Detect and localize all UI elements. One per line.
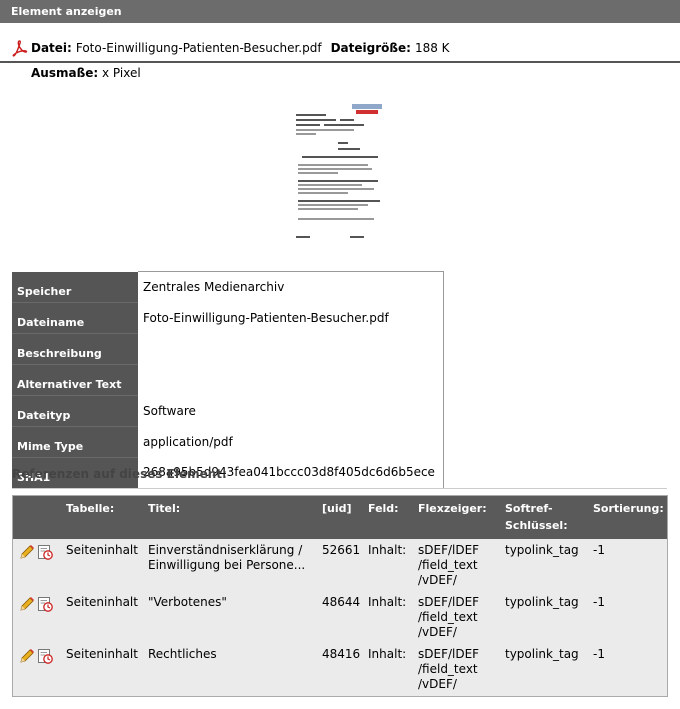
ref-flex-3: /vDEF/ xyxy=(418,573,457,587)
prop-value xyxy=(138,364,444,395)
prop-value: Foto-Einwilligung-Patienten-Besucher.pdf xyxy=(138,302,444,333)
prop-key: Alternativer Text xyxy=(12,364,138,396)
ref-flex: sDEF/lDEF xyxy=(418,647,480,661)
prop-value: Zentrales Medienarchiv xyxy=(138,271,444,302)
prop-key: Dateityp xyxy=(12,395,138,427)
dimensions-value: x Pixel xyxy=(101,66,141,80)
ref-sorting: -1 xyxy=(593,595,605,609)
ref-title: "Verbotenes" xyxy=(148,595,227,609)
row-actions xyxy=(19,648,53,664)
history-icon[interactable] xyxy=(37,544,53,560)
col-sorting: Sortierung: xyxy=(593,502,664,515)
file-info: Datei: Foto-Einwilligung-Patienten-Besuc… xyxy=(11,38,450,58)
row-actions xyxy=(19,596,53,612)
ref-flex-2: /field_text xyxy=(418,610,478,624)
ref-uid: 52661 xyxy=(322,543,361,557)
pencil-icon[interactable] xyxy=(19,648,35,664)
ref-table: Seiteninhalt xyxy=(66,595,138,609)
file-name: Foto-Einwilligung-Patienten-Besucher.pdf xyxy=(75,41,322,55)
properties-table: Speicher Zentrales Medienarchiv Dateiname… xyxy=(12,271,444,489)
ref-title-2: Einwilligung bei Persone... xyxy=(148,558,306,572)
ref-flex-3: /vDEF/ xyxy=(418,625,457,639)
col-table: Tabelle: xyxy=(66,502,115,515)
references-table: Tabelle: Titel: [uid] Feld: Flexzeiger: … xyxy=(12,495,668,697)
history-icon[interactable] xyxy=(37,648,53,664)
file-thumbnail[interactable] xyxy=(294,104,386,240)
ref-sorting: -1 xyxy=(593,543,605,557)
col-uid: [uid] xyxy=(322,502,352,515)
prop-value: application/pdf xyxy=(138,426,444,457)
references-divider xyxy=(12,488,667,489)
col-title: Titel: xyxy=(148,502,181,515)
ref-title: Rechtliches xyxy=(148,647,217,661)
col-softref-2: Schlüssel: xyxy=(505,519,568,532)
ref-field: Inhalt: xyxy=(368,543,407,557)
col-field: Feld: xyxy=(368,502,399,515)
file-label: Datei: xyxy=(31,41,72,55)
ref-softref: typolink_tag xyxy=(505,647,579,661)
pencil-icon[interactable] xyxy=(19,544,35,560)
pencil-icon[interactable] xyxy=(19,596,35,612)
ref-sorting: -1 xyxy=(593,647,605,661)
row-actions xyxy=(19,544,53,560)
ref-flex: sDEF/lDEF xyxy=(418,543,480,557)
ref-softref: typolink_tag xyxy=(505,595,579,609)
prop-key: Speicher xyxy=(12,271,138,303)
prop-value: Software xyxy=(138,395,444,426)
prop-key: Beschreibung xyxy=(12,333,138,365)
col-softref: Softref- xyxy=(505,502,553,515)
ref-softref: typolink_tag xyxy=(505,543,579,557)
window-title: Element anzeigen xyxy=(0,0,680,23)
col-flexpointer: Flexzeiger: xyxy=(418,502,487,515)
ref-uid: 48644 xyxy=(322,595,361,609)
ref-field: Inhalt: xyxy=(368,595,407,609)
ref-flex-3: /vDEF/ xyxy=(418,677,457,691)
prop-key: Dateiname xyxy=(12,302,138,334)
history-icon[interactable] xyxy=(37,596,53,612)
dimensions-line: Ausmaße: x Pixel xyxy=(31,64,141,82)
dimensions-label: Ausmaße: xyxy=(31,66,99,80)
ref-flex-2: /field_text xyxy=(418,662,478,676)
ref-flex-2: /field_text xyxy=(418,558,478,572)
ref-table: Seiteninhalt xyxy=(66,647,138,661)
file-size-label: Dateigröße: xyxy=(330,41,411,55)
file-size: 188 K xyxy=(414,41,450,55)
ref-uid: 48416 xyxy=(322,647,361,661)
ref-field: Inhalt: xyxy=(368,647,407,661)
prop-value xyxy=(138,333,444,364)
ref-table: Seiteninhalt xyxy=(66,543,138,557)
prop-key: Mime Type xyxy=(12,426,138,458)
references-header: Tabelle: Titel: [uid] Feld: Flexzeiger: … xyxy=(13,496,667,539)
pdf-icon xyxy=(11,39,28,57)
separator xyxy=(0,61,680,63)
ref-title: Einverständniserklärung / xyxy=(148,543,303,557)
references-heading: Referenzen auf dieses Element: xyxy=(12,467,227,481)
ref-flex: sDEF/lDEF xyxy=(418,595,480,609)
